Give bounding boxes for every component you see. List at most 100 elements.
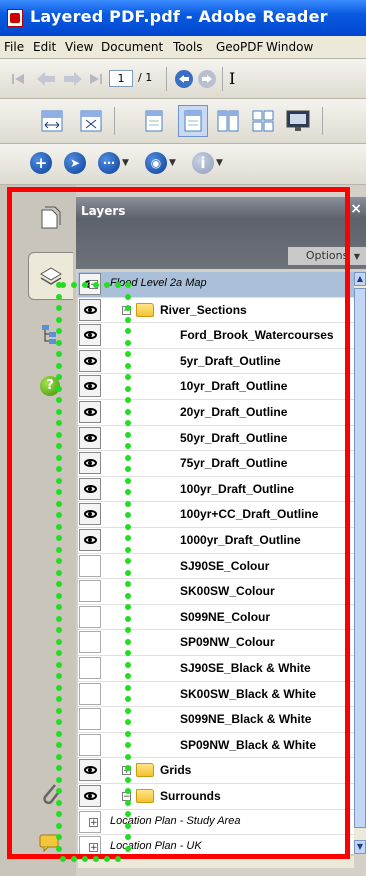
menu-geopdf[interactable]: GeoPDF [216, 40, 263, 54]
annotation-dot [56, 753, 62, 760]
annotation-dot [56, 523, 62, 530]
annotation-dot [115, 282, 121, 288]
annotation-dot [56, 604, 62, 610]
annotation-dot [56, 362, 62, 369]
annotation-dot [125, 500, 131, 507]
menu-document[interactable]: Document [101, 40, 163, 54]
annotation-dot [125, 627, 131, 633]
annotation-dot [71, 856, 77, 862]
annotation-dot [125, 845, 131, 852]
annotation-dot [125, 293, 131, 300]
scroll-up-icon[interactable]: ▲ [354, 272, 366, 286]
annotation-dot [56, 569, 62, 576]
chevron-down-icon: ▼ [353, 252, 360, 261]
annotation-dot [56, 512, 62, 518]
navigation-toolbar: 1 / 1 I [0, 59, 366, 99]
two-page-icon[interactable] [217, 110, 239, 132]
annotation-dot [125, 420, 131, 426]
annotation-dot [56, 638, 62, 645]
menu-tools[interactable]: Tools [173, 40, 203, 54]
annotation-dot [125, 466, 131, 472]
forward-icon[interactable] [197, 69, 217, 89]
menu-edit[interactable]: Edit [33, 40, 56, 54]
page-total: / 1 [138, 71, 153, 84]
geo-navigate-icon[interactable]: ➤ [64, 152, 86, 174]
annotation-dot [82, 282, 88, 288]
annotation-dot [125, 316, 131, 323]
annotation-dot [56, 535, 62, 541]
menu-view[interactable]: View [65, 40, 93, 54]
annotation-dot [125, 569, 131, 576]
geopdf-toolbar: + ➤ ⋯ ▼ ◉ ▼ i ▼ [0, 144, 366, 185]
annotation-dot [125, 696, 131, 702]
menu-file[interactable]: File [4, 40, 24, 54]
annotation-dot [125, 776, 131, 783]
annotation-dot [125, 535, 131, 541]
last-page-icon[interactable] [88, 71, 104, 87]
annotation-dot [56, 730, 62, 737]
menu-window[interactable]: Window [266, 40, 313, 54]
two-page-continuous-icon[interactable] [252, 110, 274, 132]
geo-more-icon[interactable]: ⋯ ▼ [98, 152, 129, 174]
annotation-dot [125, 477, 131, 484]
first-page-icon[interactable] [10, 71, 26, 87]
annotation-dot [56, 581, 62, 587]
annotation-dot [56, 328, 62, 334]
annotation-dot [125, 431, 131, 438]
full-screen-icon[interactable] [286, 110, 310, 132]
annotation-dot [56, 477, 62, 484]
annotation-dot [56, 339, 62, 346]
fit-width-icon[interactable] [41, 110, 63, 132]
annotation-dot [125, 684, 131, 691]
prev-page-icon[interactable] [35, 70, 57, 88]
annotation-dot [56, 420, 62, 426]
annotation-dot [125, 408, 131, 415]
annotation-dot [125, 707, 131, 714]
annotation-dot [125, 558, 131, 564]
geo-add-icon[interactable]: + [30, 152, 52, 174]
annotation-dot [125, 834, 131, 840]
geo-info-icon[interactable]: i ▼ [192, 152, 223, 174]
single-page-continuous-icon[interactable] [178, 105, 208, 137]
geo-gps-icon[interactable]: ◉ ▼ [145, 152, 176, 174]
annotation-dot [56, 742, 62, 748]
adobe-pdf-icon [7, 9, 23, 27]
fit-page-icon[interactable] [80, 110, 102, 132]
annotation-dot [60, 856, 66, 862]
back-icon[interactable] [174, 69, 194, 89]
annotation-dot [93, 856, 99, 862]
toolbar-divider [114, 107, 115, 135]
annotation-dot [56, 558, 62, 564]
annotation-dot [56, 489, 62, 495]
annotation-dot [104, 856, 110, 862]
annotation-dot [125, 512, 131, 518]
annotation-dot [125, 788, 131, 794]
annotation-dot [125, 638, 131, 645]
annotation-dot [125, 443, 131, 449]
vertical-scrollbar[interactable]: ▲ ▼ [354, 272, 366, 854]
annotation-dot [56, 592, 62, 599]
annotation-dot [56, 385, 62, 392]
annotation-dot [125, 822, 131, 829]
annotation-dot [125, 581, 131, 587]
annotation-dot [56, 397, 62, 403]
annotation-dot [125, 673, 131, 679]
annotation-dot [56, 707, 62, 714]
annotation-dot [125, 374, 131, 380]
annotation-dot [125, 650, 131, 656]
panel-close-button[interactable]: × [350, 201, 362, 217]
annotation-dot [93, 282, 99, 288]
menu-bar: File Edit View Document Tools GeoPDF Win… [0, 36, 366, 59]
page-number-input[interactable]: 1 [109, 70, 133, 87]
next-page-icon[interactable] [62, 70, 84, 88]
annotation-dot [125, 305, 131, 311]
annotation-dot [125, 351, 131, 357]
annotation-dot [56, 305, 62, 311]
toolbar-divider [322, 107, 323, 135]
scroll-thumb[interactable] [354, 288, 366, 828]
text-select-icon[interactable]: I [229, 69, 235, 88]
annotation-dot [125, 661, 131, 668]
single-page-icon[interactable] [144, 110, 164, 132]
scroll-down-icon[interactable]: ▼ [354, 840, 366, 854]
annotation-dot [125, 742, 131, 748]
